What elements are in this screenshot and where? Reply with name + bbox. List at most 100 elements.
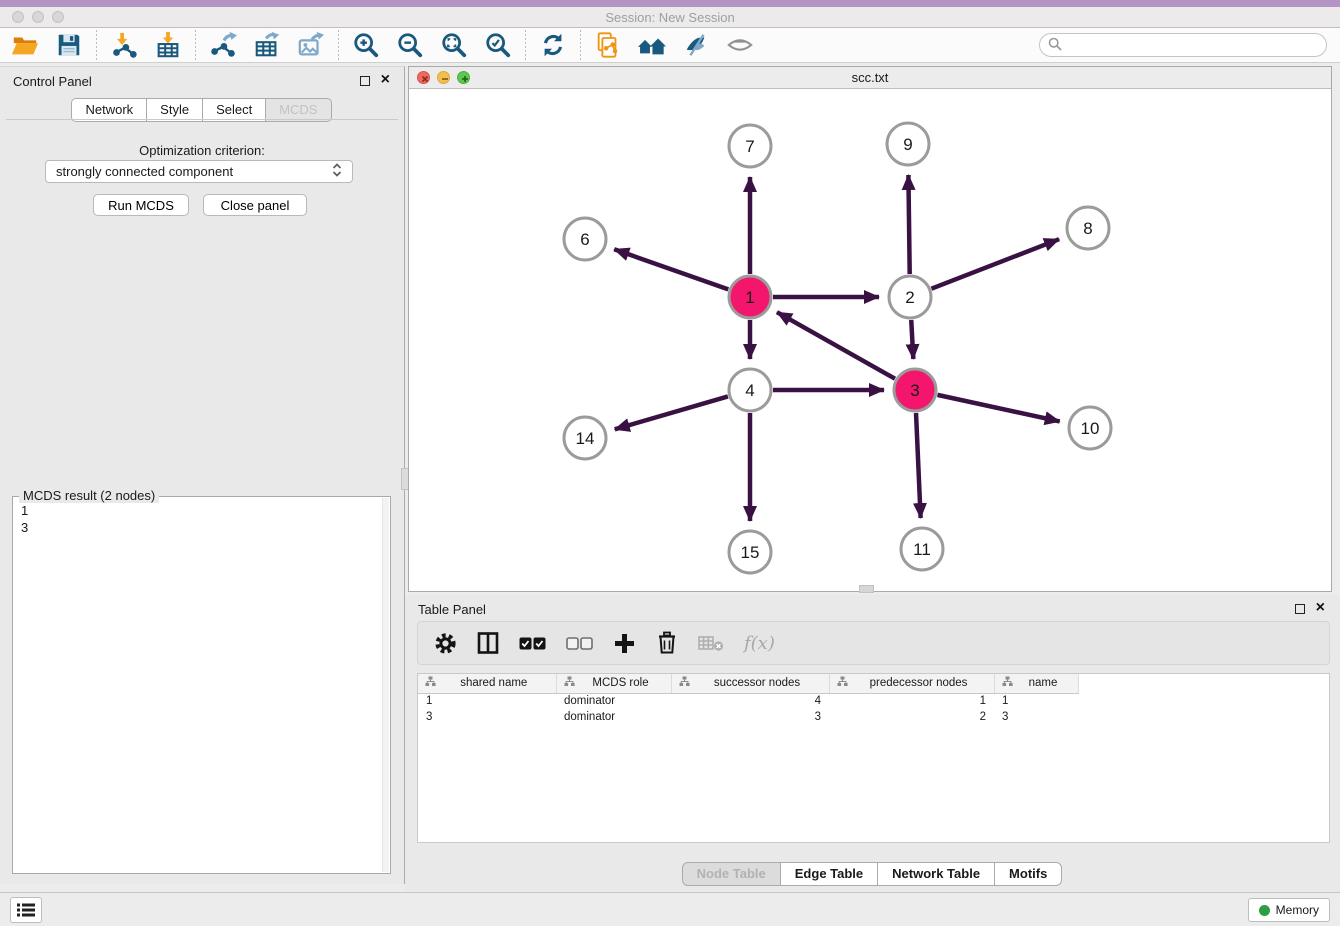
mcds-result-list[interactable]: 13 — [13, 500, 382, 873]
graph-node-label: 7 — [745, 137, 754, 156]
close-panel-icon[interactable]: × — [381, 71, 390, 89]
toolbar-separator — [338, 30, 339, 60]
zoom-fit-icon[interactable] — [439, 30, 469, 60]
show-graphics-details-icon[interactable] — [725, 30, 755, 60]
graph-node-label: 2 — [905, 288, 914, 307]
network-canvas[interactable]: 7968124314101511 — [409, 89, 1331, 591]
graph-edge-2-8[interactable] — [931, 239, 1059, 288]
delete-table-icon[interactable] — [698, 634, 724, 652]
gear-icon[interactable] — [434, 632, 457, 655]
column-header-shared-name[interactable]: shared name — [418, 674, 556, 693]
deselect-all-icon[interactable] — [566, 637, 593, 650]
float-panel-icon[interactable] — [360, 76, 370, 86]
tab-edge-table[interactable]: Edge Table — [780, 862, 878, 886]
desktop-strip — [0, 0, 1340, 7]
run-mcds-button[interactable]: Run MCDS — [93, 194, 189, 216]
window-titlebar: Session: New Session — [0, 7, 1340, 28]
main-toolbar — [0, 28, 1340, 63]
graph-edge-3-1[interactable] — [777, 312, 895, 378]
mcds-result-box: MCDS result (2 nodes) 13 — [12, 496, 391, 874]
table-row[interactable]: 3dominator323 — [418, 709, 1078, 725]
table-cell[interactable]: dominator — [556, 693, 671, 709]
control-panel: Control Panel × NetworkStyleSelectMCDS O… — [0, 66, 405, 884]
zoom-selected-icon[interactable] — [483, 30, 513, 60]
column-header-name[interactable]: name — [994, 674, 1078, 693]
split-columns-icon[interactable] — [477, 632, 499, 654]
tab-node-table[interactable]: Node Table — [682, 862, 781, 886]
graph-edge-4-14[interactable] — [615, 396, 728, 429]
close-panel-button[interactable]: Close panel — [203, 194, 307, 216]
criterion-dropdown[interactable]: strongly connected component — [45, 160, 353, 183]
graph-node-label: 10 — [1081, 419, 1100, 438]
zoom-in-icon[interactable] — [351, 30, 381, 60]
function-builder-icon[interactable]: f(x) — [744, 633, 775, 654]
add-column-icon[interactable] — [613, 632, 636, 655]
table-row[interactable]: 1dominator411 — [418, 693, 1078, 709]
tab-motifs[interactable]: Motifs — [994, 862, 1062, 886]
import-table-icon[interactable] — [153, 30, 183, 60]
zoom-out-icon[interactable] — [395, 30, 425, 60]
export-image-icon[interactable] — [296, 30, 326, 60]
export-network-icon[interactable] — [208, 30, 238, 60]
graph-node-label: 15 — [741, 543, 760, 562]
mcds-result-item: 1 — [21, 502, 382, 519]
search-box[interactable] — [1039, 33, 1327, 57]
table-cell[interactable]: 2 — [829, 709, 994, 725]
delete-column-icon[interactable] — [656, 631, 678, 655]
table-cell[interactable]: dominator — [556, 709, 671, 725]
column-header-MCDS-role[interactable]: MCDS role — [556, 674, 671, 693]
toolbar-separator — [525, 30, 526, 60]
graph-node-label: 8 — [1083, 219, 1092, 238]
table-toolbar: f(x) — [417, 621, 1330, 665]
graph-edge-1-6[interactable] — [614, 249, 728, 289]
table-cell[interactable]: 3 — [418, 709, 556, 725]
table-tabs: Node TableEdge TableNetwork TableMotifs — [405, 862, 1340, 886]
mcds-pane: Optimization criterion: strongly connect… — [6, 119, 398, 880]
graph-edge-3-11[interactable] — [916, 413, 921, 518]
column-header-predecessor-nodes[interactable]: predecessor nodes — [829, 674, 994, 693]
column-header-successor-nodes[interactable]: successor nodes — [671, 674, 829, 693]
task-history-button[interactable] — [10, 897, 42, 923]
graph-node-label: 14 — [576, 429, 595, 448]
sort-hierarchy-icon — [679, 676, 690, 690]
import-network-icon[interactable] — [109, 30, 139, 60]
table-cell[interactable]: 4 — [671, 693, 829, 709]
graph-edge-2-3[interactable] — [911, 320, 913, 359]
optimization-criterion-label: Optimization criterion: — [6, 143, 398, 158]
memory-button[interactable]: Memory — [1248, 898, 1330, 922]
network-frame-titlebar: scc.txt — [409, 67, 1331, 89]
table-cell[interactable]: 3 — [994, 709, 1078, 725]
table-cell[interactable]: 1 — [418, 693, 556, 709]
graph-edge-2-9[interactable] — [908, 175, 909, 274]
refresh-icon[interactable] — [538, 30, 568, 60]
hide-graphics-details-icon[interactable] — [681, 30, 711, 60]
search-icon — [1048, 37, 1062, 54]
save-icon[interactable] — [54, 30, 84, 60]
table-cell[interactable]: 3 — [671, 709, 829, 725]
memory-label: Memory — [1276, 903, 1319, 917]
tab-network-table[interactable]: Network Table — [877, 862, 995, 886]
table-cell[interactable]: 1 — [994, 693, 1078, 709]
search-input[interactable] — [1067, 38, 1318, 52]
open-folder-icon[interactable] — [10, 30, 40, 60]
memory-status-dot — [1259, 905, 1270, 916]
duplicate-network-icon[interactable] — [593, 30, 623, 60]
network-frame-title: scc.txt — [409, 70, 1331, 85]
node-table[interactable]: shared nameMCDS rolesuccessor nodesprede… — [417, 673, 1330, 843]
list-icon — [16, 902, 36, 918]
control-panel-title: Control Panel — [13, 74, 92, 89]
close-table-panel-icon[interactable]: × — [1316, 599, 1325, 617]
table-cell[interactable]: 1 — [829, 693, 994, 709]
export-table-icon[interactable] — [252, 30, 282, 60]
sort-hierarchy-icon — [425, 676, 436, 690]
horizontal-splitter-handle[interactable] — [859, 585, 874, 593]
select-all-icon[interactable] — [519, 637, 546, 650]
float-table-panel-icon[interactable] — [1295, 604, 1305, 614]
result-scrollbar[interactable] — [382, 498, 389, 872]
mcds-result-item: 3 — [21, 519, 382, 536]
home-icon[interactable] — [637, 30, 667, 60]
graph-edge-3-10[interactable] — [937, 395, 1059, 422]
table-panel-title: Table Panel — [418, 602, 486, 617]
network-view-frame: scc.txt 7968124314101511 — [408, 66, 1332, 592]
table-panel-header: Table Panel × — [405, 595, 1340, 623]
